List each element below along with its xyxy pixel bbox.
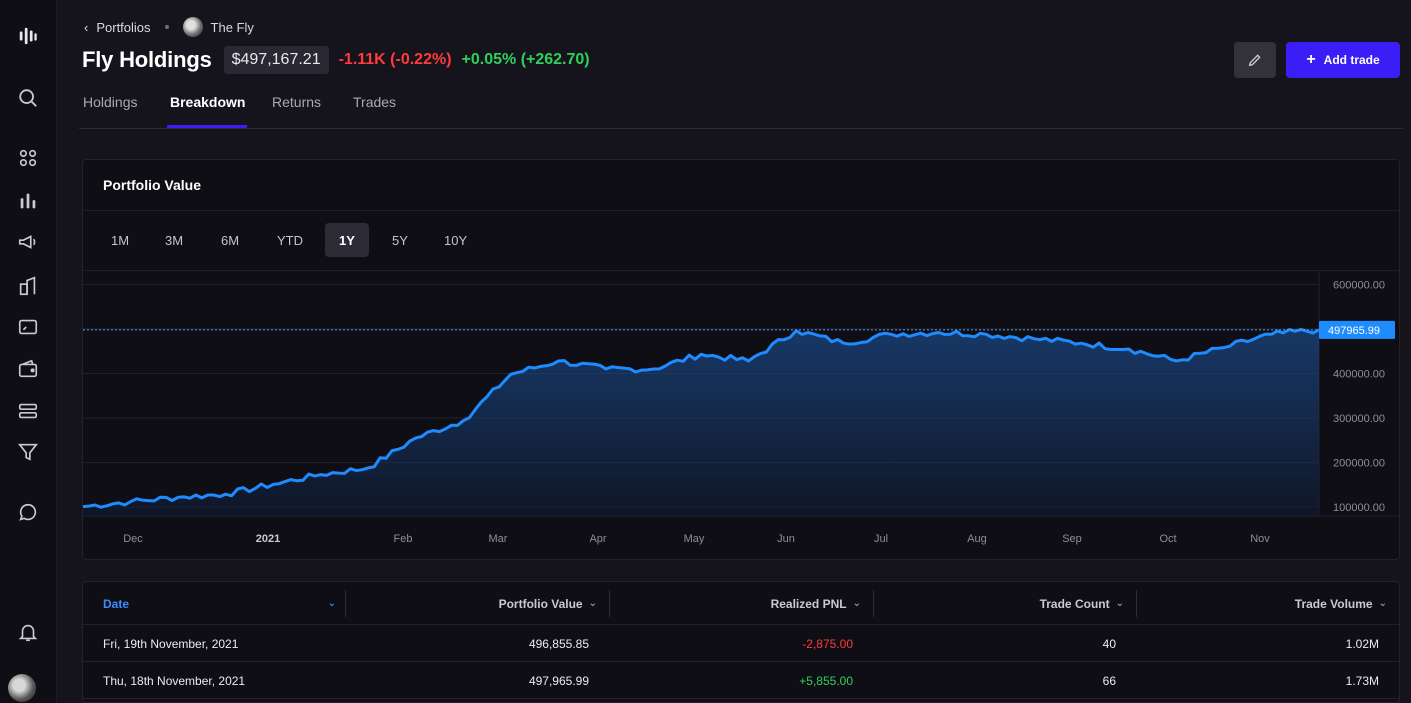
portfolio-value-chart[interactable]: 497965.99 600000.00 400000.00 300000.00 200… [83,271,1401,561]
tab-holdings[interactable]: Holdings [83,94,137,128]
cell-trade-count: 40 [1102,636,1116,651]
column-label: Portfolio Value [498,596,583,611]
cell-trade-volume: 1.73M [1345,673,1379,688]
daily-change: -1.11K (-0.22%) [338,51,452,68]
column-label: Trade Volume [1294,596,1373,611]
chevron-down-icon: ⌄ [327,598,336,609]
column-divider [873,590,874,617]
range-1y[interactable]: 1Y [325,223,369,257]
x-tick-label: Jun [777,533,795,545]
breadcrumb-owner[interactable]: The Fly [211,20,254,35]
breadcrumb-portfolios-link[interactable]: Portfolios [96,20,150,35]
y-tick-label: 400000.00 [1333,368,1385,380]
layers-icon[interactable] [8,395,48,427]
column-header-trade-count[interactable]: Trade Count ⌄ [1040,582,1124,625]
x-tick-label: May [684,533,705,545]
column-divider [1136,590,1137,617]
tab-breakdown[interactable]: Breakdown [170,94,245,128]
plus-icon: + [1306,51,1316,68]
cell-date: Fri, 19th November, 2021 [103,636,239,651]
x-tick-label: 2021 [256,533,280,545]
cell-realized-pnl: -2,875.00 [802,636,853,651]
active-tab-indicator [167,125,247,128]
column-header-date[interactable]: Date ⌄ [103,582,336,625]
total-change: +0.05% (+262.70) [461,51,590,68]
chevron-left-icon[interactable]: ‹ [84,20,88,35]
portfolio-value-card: Portfolio Value 1M 3M 6M YTD 1Y 5Y 10Y 4… [82,159,1401,561]
x-tick-label: Feb [394,533,413,545]
sidebar [0,0,57,703]
tab-bar: Holdings Breakdown Returns Trades [79,88,1403,129]
cell-trade-volume: 1.02M [1345,636,1379,651]
x-tick-label: Jul [874,533,888,545]
chevron-down-icon: ⌄ [588,598,597,609]
range-6m[interactable]: 6M [207,223,253,257]
column-label: Realized PNL [770,596,847,611]
chevron-down-icon: ⌄ [1115,598,1124,609]
range-3m[interactable]: 3M [151,223,197,257]
column-divider [345,590,346,617]
screen-icon[interactable] [8,311,48,343]
x-tick-label: Sep [1062,533,1082,545]
edit-button[interactable] [1234,42,1276,78]
filter-icon[interactable] [8,436,48,468]
tab-returns[interactable]: Returns [272,94,321,128]
chevron-down-icon: ⌄ [852,598,861,609]
range-10y[interactable]: 10Y [430,223,481,257]
owner-avatar [182,17,203,37]
cell-realized-pnl: +5,855.00 [799,673,853,688]
table-header: Date ⌄ Portfolio Value ⌄ Realized PNL ⌄ … [83,582,1399,625]
column-label: Date [103,596,130,611]
user-avatar[interactable] [8,674,36,702]
y-tick-label: 300000.00 [1333,413,1385,425]
add-trade-button[interactable]: + Add trade [1286,42,1400,78]
range-ytd[interactable]: YTD [263,223,317,257]
page-title: Fly Holdings [82,47,212,72]
pencil-icon [1248,54,1261,67]
cell-portfolio-value: 497,965.99 [528,673,589,688]
divider [83,210,1399,211]
x-tick-label: Apr [589,533,606,545]
tab-trades[interactable]: Trades [353,94,396,128]
y-tick-label: 600000.00 [1333,279,1385,291]
x-tick-label: Aug [967,533,987,545]
chat-icon[interactable] [8,497,48,529]
cell-trade-count: 66 [1102,673,1116,688]
column-header-portfolio-value[interactable]: Portfolio Value ⌄ [499,582,597,625]
wallet-icon[interactable] [8,353,48,385]
title-row: Fly Holdings $497,167.21 -1.11K (-0.22%)… [82,45,590,75]
breadcrumb-separator [164,25,169,29]
chevron-down-icon: ⌄ [1378,598,1387,609]
x-tick-label: Dec [123,533,143,545]
table-row[interactable]: Thu, 18th November, 2021 497,965.99 +5,8… [83,662,1399,699]
range-1m[interactable]: 1M [97,223,143,257]
x-tick-label: Mar [489,533,508,545]
logo-icon[interactable] [8,20,48,52]
x-tick-label: Nov [1250,533,1270,545]
apps-grid-icon[interactable] [8,142,48,174]
column-label: Trade Count [1039,596,1110,611]
current-value-label: 497965.99 [1328,325,1380,337]
column-header-trade-volume[interactable]: Trade Volume ⌄ [1295,582,1387,625]
breadcrumb: ‹ Portfolios The Fly [84,17,254,37]
card-title: Portfolio Value [103,177,202,193]
bell-icon[interactable] [8,616,48,648]
search-icon[interactable] [8,82,48,114]
x-tick-label: Oct [1159,533,1176,545]
breakdown-table: Date ⌄ Portfolio Value ⌄ Realized PNL ⌄ … [82,581,1400,703]
table-row[interactable]: Fri, 19th November, 2021 496,855.85 -2,8… [83,625,1399,662]
add-trade-label: Add trade [1323,53,1380,67]
column-header-realized-pnl[interactable]: Realized PNL ⌄ [771,582,861,625]
bar-chart-icon[interactable] [8,185,48,217]
portfolio-value-badge: $497,167.21 [223,46,329,74]
y-tick-label: 100000.00 [1333,502,1385,514]
megaphone-icon[interactable] [8,226,48,258]
range-5y[interactable]: 5Y [378,223,422,257]
cell-date: Thu, 18th November, 2021 [103,673,246,688]
cell-portfolio-value: 496,855.85 [528,636,589,651]
column-divider [609,590,610,617]
y-tick-label: 200000.00 [1333,458,1385,470]
buildings-icon[interactable] [8,270,48,302]
